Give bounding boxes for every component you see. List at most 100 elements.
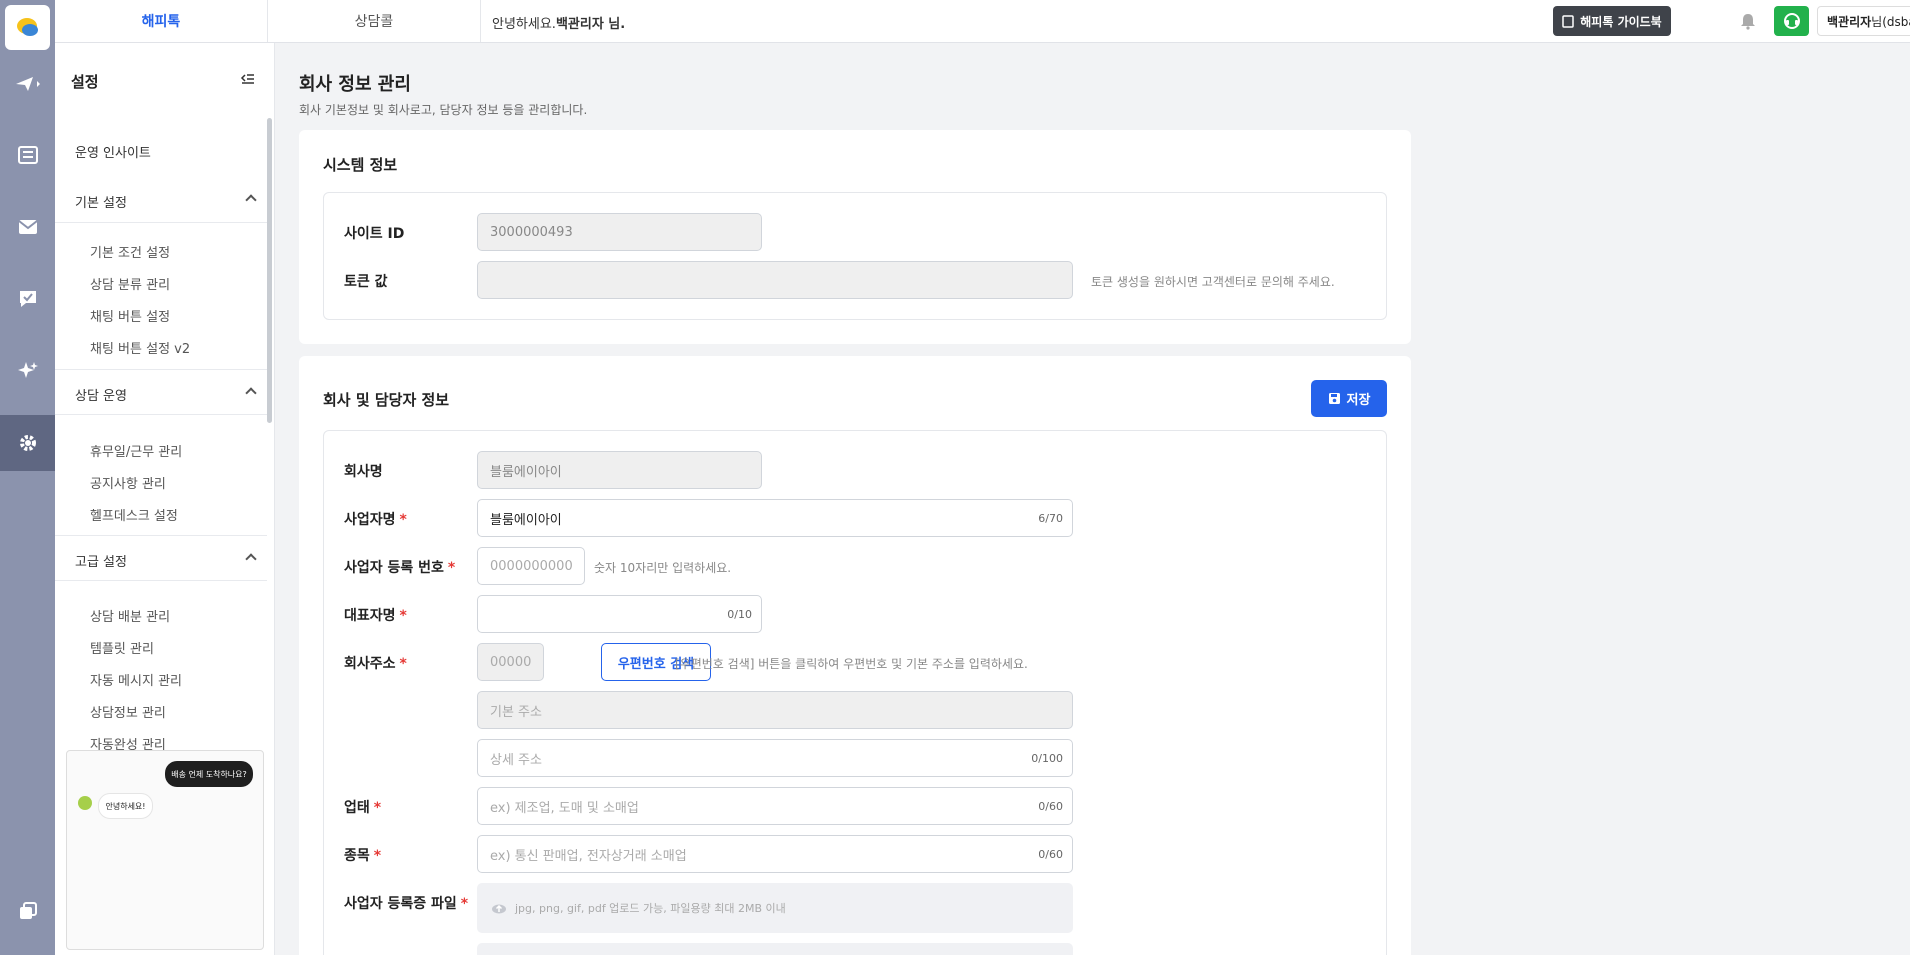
label-text: 사업자 등록증 파일	[344, 896, 457, 912]
sidebar-item[interactable]: 채팅 버튼 설정	[90, 306, 170, 325]
business-item-input[interactable]: ex) 통신 판매업, 전자상거래 소매업 0/60	[477, 835, 1073, 873]
token-hint: 토큰 생성을 원하시면 고객센터로 문의해 주세요.	[1091, 275, 1335, 289]
sidebar-item[interactable]: 상담 배분 관리	[90, 606, 170, 625]
rail-send-button[interactable]	[0, 56, 55, 112]
user-menu[interactable]: 백관리자님(dsbaek)	[1817, 6, 1910, 36]
rail-copy-button[interactable]	[0, 883, 55, 939]
input-placeholder: ex) 제조업, 도매 및 소매업	[490, 800, 639, 816]
zipcode-field: 00000	[477, 643, 544, 681]
label-text: 업태	[344, 800, 370, 816]
preview-bubble-customer: 배송 언제 도착하나요?	[165, 761, 253, 787]
sidebar-item[interactable]: 템플릿 관리	[90, 638, 154, 657]
business-number-input[interactable]: 0000000000	[477, 547, 585, 585]
sidebar-item-insight[interactable]: 운영 인사이트	[75, 142, 151, 161]
field-label: 대표자명 *	[344, 605, 407, 625]
char-counter: 6/70	[1038, 511, 1063, 525]
settings-sidebar: 설정 운영 인사이트 기본 설정 기본 조건 설정 상담 분류 관리 채팅 버튼…	[55, 43, 275, 955]
group-label: 상담 운영	[75, 389, 127, 404]
section-title: 회사 및 담당자 정보	[323, 391, 450, 409]
upload-hint: jpg, png, gif, pdf 업로드 가능, 파일용량 최대 2MB 이…	[515, 902, 786, 915]
support-button[interactable]	[1774, 6, 1809, 36]
detail-address-input[interactable]: 상세 주소 0/100	[477, 739, 1073, 777]
field-label: 회사명	[344, 464, 383, 480]
token-field	[477, 261, 1073, 299]
required-mark: *	[399, 656, 407, 672]
sidebar-item[interactable]: 공지사항 관리	[90, 473, 166, 492]
business-name-input[interactable]: 블룸에이아이 6/70	[477, 499, 1073, 537]
base-address-field: 기본 주소	[477, 691, 1073, 729]
rail-list-button[interactable]	[0, 127, 55, 183]
rail-mail-button[interactable]	[0, 199, 55, 255]
bell-icon[interactable]	[1739, 12, 1757, 30]
required-mark: *	[460, 896, 469, 912]
sidebar-item[interactable]: 헬프데스크 설정	[90, 505, 178, 524]
guidebook-label: 해피톡 가이드북	[1580, 14, 1662, 29]
zipcode-hint: [우편번호 검색] 버튼을 클릭하여 우편번호 및 기본 주소를 입력하세요.	[675, 657, 1028, 671]
input-placeholder: ex) 통신 판매업, 전자상거래 소매업	[490, 848, 687, 864]
group-label: 기본 설정	[75, 196, 127, 211]
char-counter: 0/10	[727, 607, 752, 621]
required-mark: *	[399, 608, 407, 624]
icon-rail	[0, 0, 55, 955]
chat-preview: 배송 언제 도착하나요? 안녕하세요!	[66, 750, 264, 950]
required-mark: *	[373, 848, 382, 864]
sidebar-item[interactable]: 상담 분류 관리	[90, 274, 170, 293]
sparkle-icon	[17, 362, 38, 378]
input-placeholder: 상세 주소	[490, 752, 542, 768]
user-name: 백관리자	[1827, 14, 1872, 29]
char-counter: 0/60	[1038, 799, 1063, 813]
rail-chat-button[interactable]	[0, 271, 55, 327]
system-info-card: 시스템 정보 사이트 ID 3000000493 토큰 값 토큰 생성을 원하시…	[299, 130, 1411, 344]
sidebar-title: 설정	[71, 73, 99, 91]
preview-bubble-agent: 안녕하세요!	[98, 793, 153, 819]
sidebar-group-operation[interactable]: 상담 운영	[55, 369, 267, 415]
field-label: 회사주소 *	[344, 653, 407, 673]
guidebook-button[interactable]: 해피톡 가이드북	[1553, 6, 1671, 36]
sidebar-item[interactable]: 휴무일/근무 관리	[90, 441, 182, 460]
chevron-up-icon	[245, 194, 257, 206]
tab-call[interactable]: 상담콜	[268, 0, 481, 42]
rail-ai-button[interactable]	[0, 343, 55, 399]
sidebar-scrollbar[interactable]	[267, 118, 272, 423]
save-button[interactable]: 저장	[1311, 380, 1387, 417]
happytalk-logo[interactable]	[5, 5, 50, 50]
system-info-panel: 사이트 ID 3000000493 토큰 값 토큰 생성을 원하시면 고객센터로…	[323, 192, 1387, 320]
book-icon	[1562, 14, 1575, 28]
input-value: 블룸에이아이	[490, 512, 562, 528]
sidebar-group-basic[interactable]: 기본 설정	[55, 177, 267, 223]
sidebar-item[interactable]: 자동 메시지 관리	[90, 670, 182, 689]
send-icon	[15, 77, 40, 91]
collapse-menu-icon[interactable]	[240, 71, 256, 87]
site-id-field: 3000000493	[477, 213, 762, 251]
label-text: 종목	[344, 848, 370, 864]
business-license-upload[interactable]: jpg, png, gif, pdf 업로드 가능, 파일용량 최대 2MB 이…	[477, 883, 1073, 933]
greeting-name: 백관리자 님.	[555, 17, 626, 32]
char-counter: 0/100	[1031, 751, 1063, 765]
sidebar-item[interactable]: 상담정보 관리	[90, 702, 166, 721]
tab-happytalk[interactable]: 해피톡	[55, 0, 268, 42]
business-number-hint: 숫자 10자리만 입력하세요.	[594, 561, 732, 575]
chat-bubble-logo-icon	[16, 17, 38, 36]
ceo-name-input[interactable]: 0/10	[477, 595, 762, 633]
rail-settings-button[interactable]	[0, 415, 55, 471]
sidebar-group-advanced[interactable]: 고급 설정	[55, 535, 267, 581]
sidebar-item[interactable]: 기본 조건 설정	[90, 242, 170, 261]
chevron-up-icon	[245, 387, 257, 399]
next-field-partial	[477, 943, 1073, 955]
section-title: 시스템 정보	[323, 156, 398, 174]
field-label: 종목 *	[344, 845, 381, 865]
gear-icon	[19, 435, 36, 451]
label-text: 회사주소	[344, 656, 396, 672]
label-text: 사업자 등록 번호	[344, 560, 444, 576]
sidebar-item[interactable]: 채팅 버튼 설정 v2	[90, 338, 190, 357]
company-info-panel: 회사명 블룸에이아이 사업자명 * 블룸에이아이 6/70 사업자 등록 번호 * 0…	[323, 430, 1387, 955]
greeting-prefix: 안녕하세요.	[492, 17, 556, 32]
page-title: 회사 정보 관리	[299, 74, 411, 95]
field-label: 사업자명 *	[344, 509, 407, 529]
business-type-input[interactable]: ex) 제조업, 도매 및 소매업 0/60	[477, 787, 1073, 825]
user-id: 님(dsbaek)	[1871, 14, 1910, 29]
char-counter: 0/60	[1038, 847, 1063, 861]
agent-avatar-icon	[78, 796, 92, 810]
chat-check-icon	[19, 291, 36, 307]
label-text: 사업자명	[344, 512, 396, 528]
